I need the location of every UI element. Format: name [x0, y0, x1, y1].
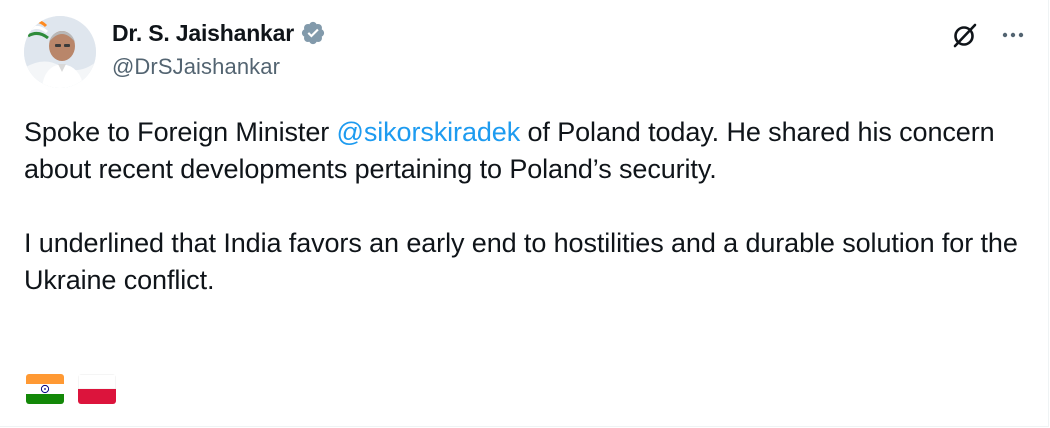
mention-link[interactable]: @sikorskiradek — [337, 117, 521, 147]
tweet-text-segment: Spoke to Foreign Minister — [24, 117, 337, 147]
tweet-paragraph-1: Spoke to Foreign Minister @sikorskiradek… — [24, 114, 1024, 188]
avatar-image — [24, 16, 96, 88]
author-handle[interactable]: @DrSJaishankar — [112, 54, 326, 80]
tweet-card: Dr. S. Jaishankar @DrSJaishankar Spoke t… — [0, 0, 1049, 427]
tweet-text: Spoke to Foreign Minister @sikorskiradek… — [24, 114, 1024, 299]
grok-icon[interactable] — [950, 20, 980, 50]
flag-emojis — [26, 374, 116, 404]
tweet-paragraph-2: I underlined that India favors an early … — [24, 228, 1018, 295]
poland-flag-icon — [78, 374, 116, 404]
author-name-row: Dr. S. Jaishankar — [112, 16, 326, 50]
tweet-top-actions — [950, 20, 1028, 50]
author-display-name[interactable]: Dr. S. Jaishankar — [112, 20, 294, 47]
verified-badge-icon[interactable] — [300, 20, 326, 46]
india-flag-icon — [26, 374, 64, 404]
more-options-icon[interactable] — [998, 20, 1028, 50]
author-avatar[interactable] — [24, 16, 96, 88]
author-block: Dr. S. Jaishankar @DrSJaishankar — [112, 16, 326, 80]
